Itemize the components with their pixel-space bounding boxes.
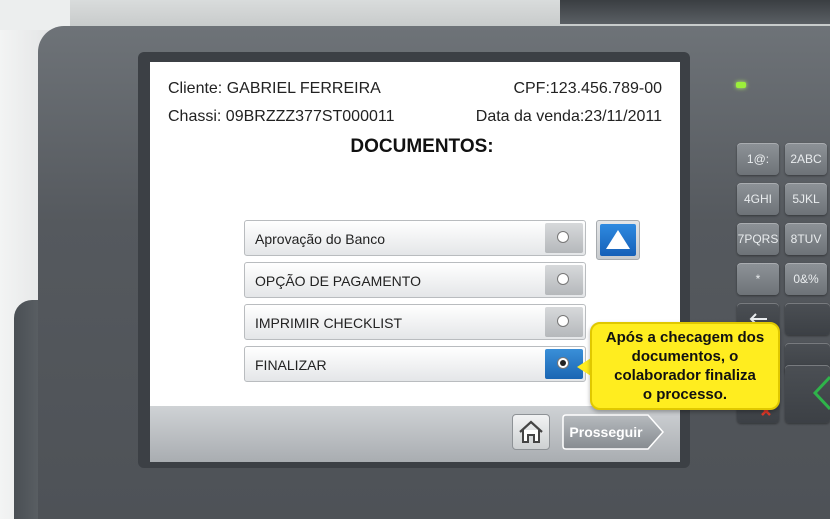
radio-toggle[interactable] [545, 265, 583, 295]
option-label: FINALIZAR [255, 357, 327, 373]
keypad-key-8[interactable]: 8TUV [785, 223, 827, 255]
keypad-key-star[interactable]: * [737, 263, 779, 295]
keypad-key-4[interactable]: 4GHI [737, 183, 779, 215]
callout-line: Após a checagem dos [605, 329, 765, 346]
radio-unchecked-icon [557, 315, 569, 327]
radio-checked-icon [557, 357, 569, 369]
callout-text: Após a checagem dos documentos, o colabo… [592, 328, 778, 404]
scroll-up-button[interactable] [596, 220, 640, 260]
keypad-key-1[interactable]: 1@: [737, 143, 779, 175]
status-led-icon [736, 82, 746, 88]
keypad-key-dark-1[interactable] [785, 303, 830, 335]
chassis-number: Chassi: 09BRZZZ377ST000011 [168, 108, 395, 125]
callout-line: colaborador finaliza [614, 367, 756, 384]
option-label: IMPRIMIR CHECKLIST [255, 315, 403, 331]
sale-date: Data da venda:23/11/2011 [475, 108, 662, 125]
screen-footer: Prosseguir [150, 406, 680, 462]
option-payment[interactable]: OPÇÃO DE PAGAMENTO [244, 262, 586, 298]
callout-line: o processo. [642, 386, 728, 403]
start-diamond-icon [812, 375, 830, 411]
proceed-label: Prosseguir [569, 424, 643, 440]
keypad-key-5[interactable]: 5JKL [785, 183, 827, 215]
radio-toggle[interactable] [545, 223, 583, 253]
option-bank-approval[interactable]: Aprovação do Banco [244, 220, 586, 256]
client-name: Cliente: GABRIEL FERREIRA [168, 80, 381, 97]
home-button[interactable] [512, 414, 550, 450]
paper-tray-slot [560, 0, 830, 24]
keypad-key-7[interactable]: 7PQRS [737, 223, 779, 255]
option-finalize[interactable]: FINALIZAR [244, 346, 586, 382]
radio-unchecked-icon [557, 231, 569, 243]
option-label: Aprovação do Banco [255, 231, 385, 247]
explanation-callout: Após a checagem dos documentos, o colabo… [590, 322, 780, 410]
option-label: OPÇÃO DE PAGAMENTO [255, 273, 421, 289]
callout-line: documentos, o [631, 348, 739, 365]
cpf-value: CPF:123.456.789-00 [513, 80, 662, 97]
radio-unchecked-icon [557, 273, 569, 285]
callout-pointer [577, 358, 591, 376]
option-print-checklist[interactable]: IMPRIMIR CHECKLIST [244, 304, 586, 340]
radio-toggle[interactable] [545, 307, 583, 337]
home-icon [519, 420, 543, 443]
page-title: DOCUMENTOS: [350, 136, 494, 157]
keypad-key-2[interactable]: 2ABC [785, 143, 827, 175]
keypad-key-0[interactable]: 0&% [785, 263, 827, 295]
proceed-button[interactable]: Prosseguir [562, 414, 664, 450]
start-key[interactable] [785, 365, 830, 423]
arrow-up-icon [606, 230, 630, 249]
